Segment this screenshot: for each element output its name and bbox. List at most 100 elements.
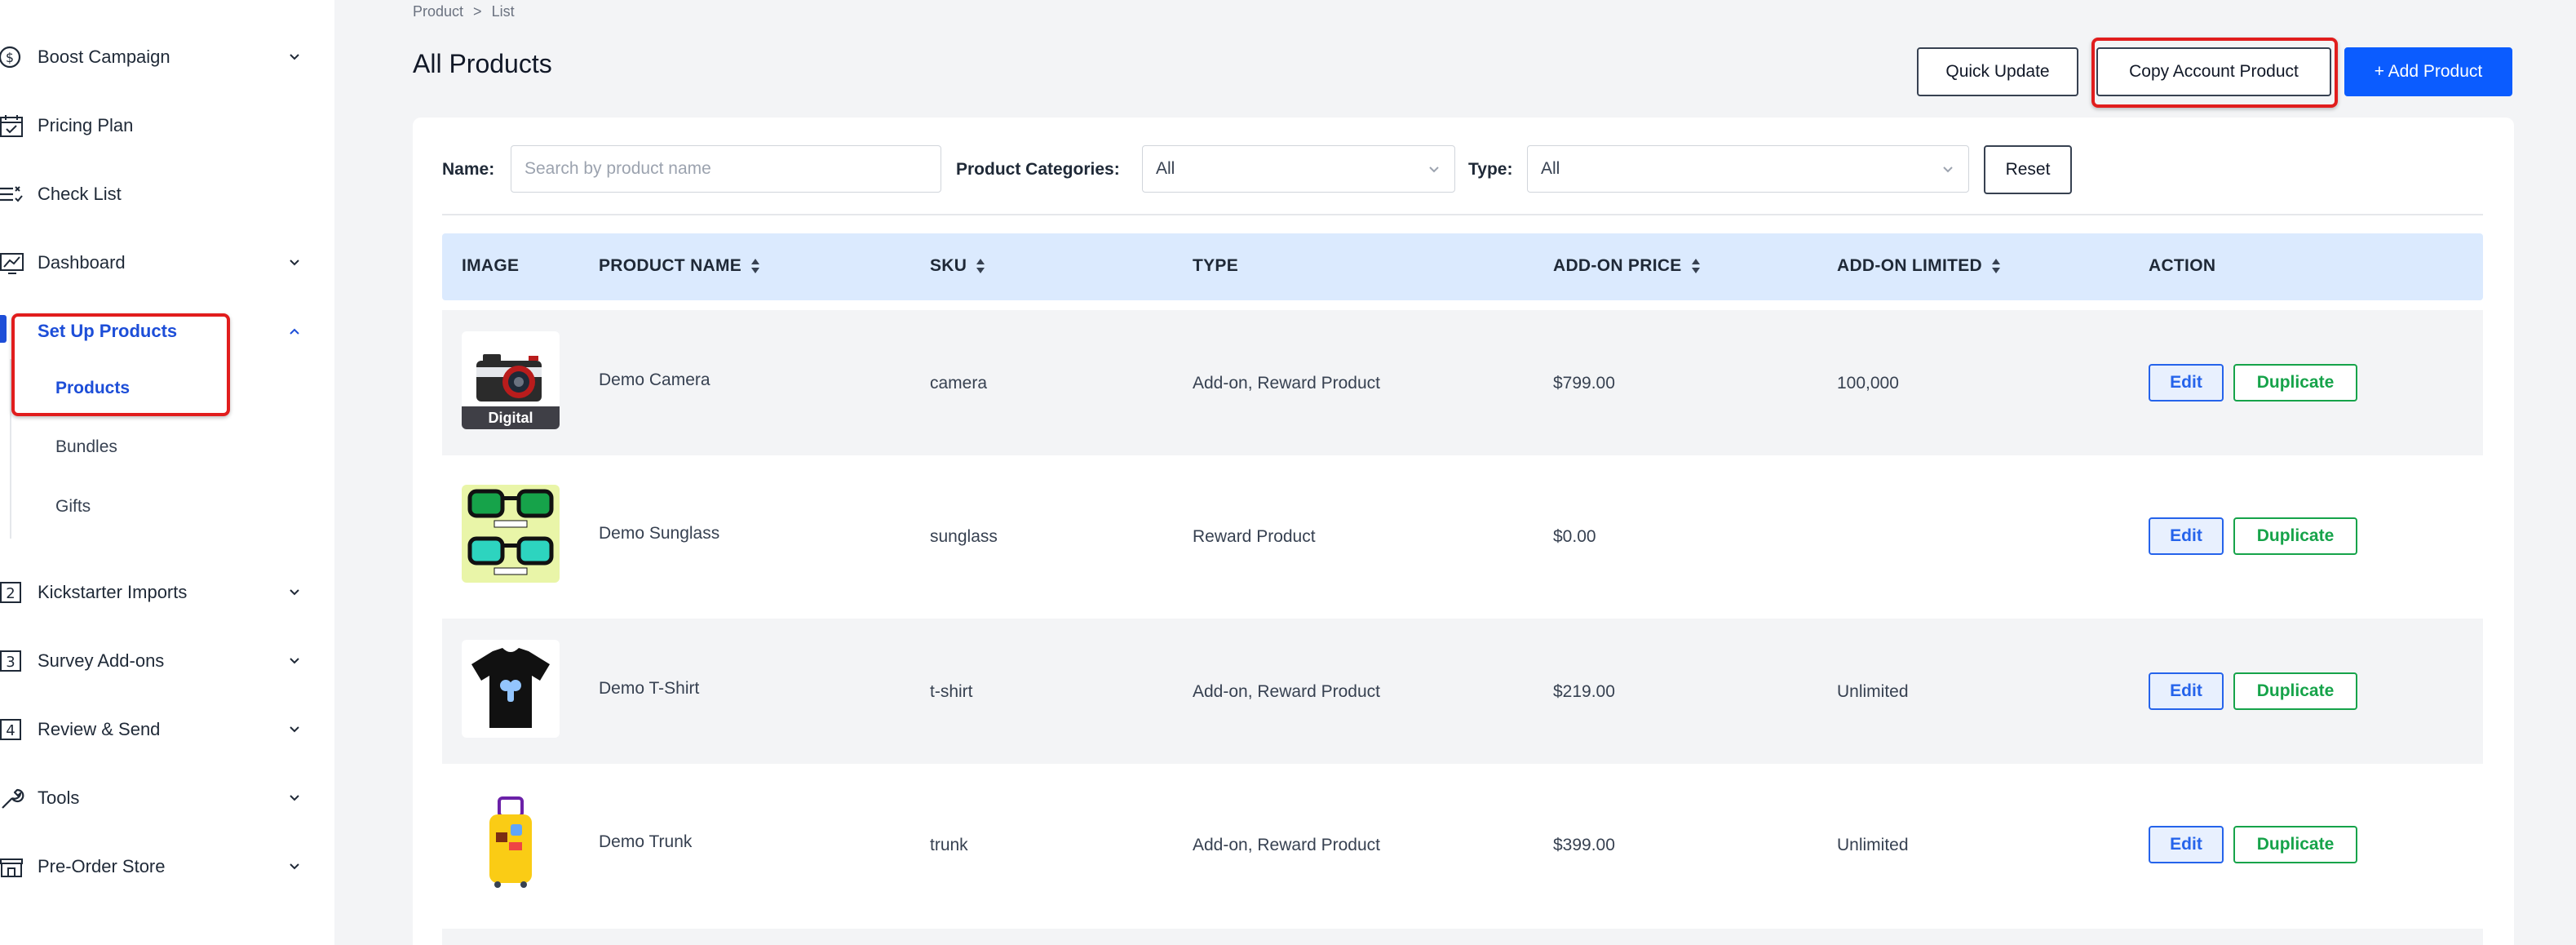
sidebar-subitem-products[interactable]: Products [55, 379, 130, 398]
sidebar-item-check-list[interactable]: Check List [0, 170, 310, 219]
table-row: Digital Demo Camera camera Add-on, Rewar… [442, 310, 2483, 455]
type-select-value: All [1541, 159, 1560, 178]
column-header-product-name[interactable]: PRODUCT NAME [599, 256, 761, 276]
chevron-up-icon [285, 322, 303, 340]
sort-icon[interactable] [1990, 257, 2002, 275]
breadcrumb-current: List [491, 3, 515, 20]
column-header-sku[interactable]: SKU [930, 256, 986, 276]
sort-icon[interactable] [975, 257, 986, 275]
product-name-search-input[interactable]: Search by product name [511, 145, 941, 193]
sidebar-item-label: Set Up Products [38, 321, 178, 341]
categories-filter-label: Product Categories: [956, 160, 1120, 179]
sidebar-item-label: Kickstarter Imports [38, 582, 188, 602]
product-type: Add-on, Reward Product [1193, 682, 1380, 701]
chevron-down-icon [1427, 162, 1441, 177]
filter-divider [442, 214, 2483, 215]
type-filter-label: Type: [1468, 160, 1513, 179]
categories-select-value: All [1156, 159, 1175, 178]
product-type: Reward Product [1193, 527, 1316, 546]
sidebar-item-label: Check List [38, 184, 122, 204]
add-on-limited: Unlimited [1837, 682, 1909, 701]
duplicate-button[interactable]: Duplicate [2233, 826, 2357, 863]
calendar-check-icon [0, 112, 28, 140]
digital-badge: Digital [462, 406, 560, 429]
edit-button[interactable]: Edit [2149, 826, 2224, 863]
sidebar-item-pre-order-store[interactable]: Pre-Order Store [0, 842, 310, 891]
chevron-down-icon [285, 858, 303, 876]
column-header-add-on-limited[interactable]: ADD-ON LIMITED [1837, 256, 2002, 276]
edit-button[interactable]: Edit [2149, 364, 2224, 402]
sort-icon[interactable] [750, 257, 761, 275]
table-row: Demo T-Shirt t-shirt Add-on, Reward Prod… [442, 619, 2483, 764]
product-name: Demo T-Shirt [599, 679, 700, 698]
add-on-limited: Unlimited [1837, 836, 1909, 854]
chevron-down-icon [285, 254, 303, 272]
sidebar-item-label: Pricing Plan [38, 115, 134, 135]
dollar-circle-icon: $ [0, 43, 28, 71]
breadcrumb-parent[interactable]: Product [413, 3, 463, 20]
add-on-price: $799.00 [1553, 374, 1615, 393]
chevron-down-icon [1941, 162, 1955, 177]
column-header-add-on-price[interactable]: ADD-ON PRICE [1553, 256, 1702, 276]
product-type: Add-on, Reward Product [1193, 836, 1380, 854]
sidebar-item-pricing-plan[interactable]: Pricing Plan [0, 101, 310, 150]
sidebar-item-survey-add-ons[interactable]: 3 Survey Add-ons [0, 637, 310, 685]
store-icon [0, 853, 28, 881]
product-sku: sunglass [930, 527, 998, 546]
reset-button[interactable]: Reset [1984, 145, 2072, 194]
product-type: Add-on, Reward Product [1193, 374, 1380, 393]
sidebar-item-kickstarter-imports[interactable]: 2 Kickstarter Imports [0, 568, 310, 617]
sidebar-item-label: Pre-Order Store [38, 856, 166, 876]
checklist-icon [0, 180, 28, 208]
product-sku: trunk [930, 836, 968, 854]
add-on-price: $399.00 [1553, 836, 1615, 854]
duplicate-button[interactable]: Duplicate [2233, 364, 2357, 402]
chevron-down-icon [285, 583, 303, 601]
edit-button[interactable]: Edit [2149, 672, 2224, 710]
sidebar-item-tools[interactable]: Tools [0, 774, 310, 823]
type-select[interactable]: All [1527, 145, 1969, 193]
quick-update-button[interactable]: Quick Update [1917, 47, 2078, 96]
product-name: Demo Sunglass [599, 524, 720, 543]
duplicate-button[interactable]: Duplicate [2233, 672, 2357, 710]
add-on-price: $219.00 [1553, 682, 1615, 701]
sidebar-subitem-gifts[interactable]: Gifts [55, 497, 91, 517]
wrench-icon [0, 784, 28, 812]
product-name: Demo Trunk [599, 832, 693, 851]
chevron-down-icon [285, 652, 303, 670]
step-2-icon: 2 [0, 579, 28, 606]
add-product-button[interactable]: + Add Product [2344, 47, 2512, 96]
product-sku: t-shirt [930, 682, 973, 701]
column-header-image: IMAGE [462, 256, 520, 275]
duplicate-button[interactable]: Duplicate [2233, 517, 2357, 555]
box-icon [0, 317, 28, 345]
add-on-limited: 100,000 [1837, 374, 1899, 393]
sidebar-item-boost-campaign[interactable]: $ Boost Campaign [0, 33, 310, 82]
sunglass-image [462, 485, 560, 583]
trunk-image [462, 793, 560, 891]
tshirt-image [462, 640, 560, 738]
sidebar-item-label: Dashboard [38, 252, 126, 273]
sidebar-item-label: Review & Send [38, 719, 161, 739]
sidebar: $ Boost Campaign Pricing Plan Check List… [0, 0, 334, 945]
name-filter-label: Name: [442, 160, 495, 179]
sort-icon[interactable] [1690, 257, 1702, 275]
table-row: Demo Sunglass sunglass Reward Product $0… [442, 464, 2483, 609]
sidebar-item-set-up-products[interactable]: Set Up Products [0, 307, 310, 356]
sidebar-item-label: Boost Campaign [38, 47, 170, 67]
product-categories-select[interactable]: All [1142, 145, 1455, 193]
svg-text:$: $ [6, 50, 14, 65]
svg-text:3: 3 [6, 654, 15, 671]
sidebar-item-review-send[interactable]: 4 Review & Send [0, 705, 310, 754]
table-row [442, 929, 2483, 945]
add-on-price: $0.00 [1553, 527, 1596, 546]
sidebar-item-dashboard[interactable]: Dashboard [0, 238, 310, 287]
edit-button[interactable]: Edit [2149, 517, 2224, 555]
submenu-line [10, 359, 11, 539]
copy-account-product-button[interactable]: Copy Account Product [2096, 47, 2331, 96]
column-header-action: ACTION [2149, 256, 2216, 275]
page-title: All Products [413, 49, 552, 78]
sidebar-subitem-bundles[interactable]: Bundles [55, 437, 117, 457]
chevron-down-icon [285, 48, 303, 66]
column-header-type: TYPE [1193, 256, 1239, 275]
